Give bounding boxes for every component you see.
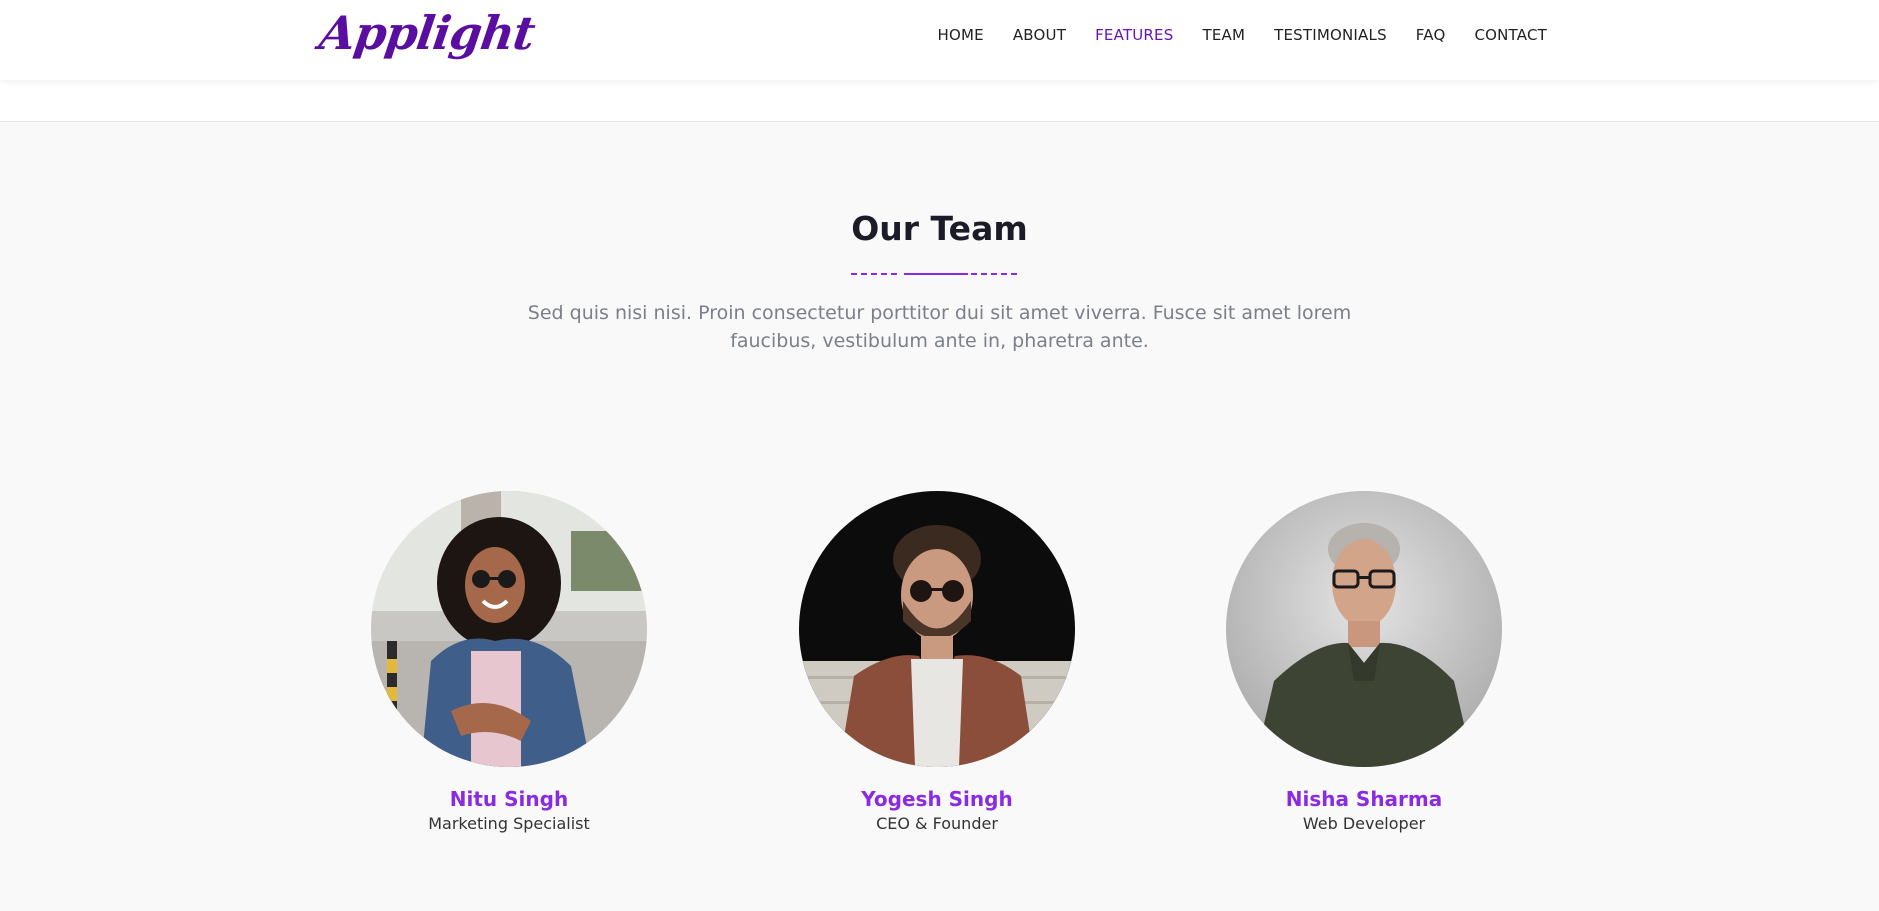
section-title: Our Team — [851, 209, 1028, 248]
divider-dashes-right — [971, 273, 1021, 275]
team-section: Our Team Sed quis nisi nisi. Proin conse… — [0, 123, 1879, 911]
member-name: Yogesh Singh — [861, 787, 1013, 811]
nav-about[interactable]: ABOUT — [1013, 26, 1066, 44]
title-divider — [851, 273, 1021, 276]
nav-home[interactable]: HOME — [938, 26, 984, 44]
team-member-card: Nitu Singh Marketing Specialist — [371, 491, 647, 833]
team-member-card: Nisha Sharma Web Developer — [1226, 491, 1502, 833]
team-member-card: Yogesh Singh CEO & Founder — [799, 491, 1075, 833]
main-nav: HOME ABOUT FEATURES TEAM TESTIMONIALS FA… — [938, 26, 1547, 44]
nav-contact[interactable]: CONTACT — [1474, 26, 1547, 44]
divider-dashes-left — [851, 273, 901, 275]
member-photo — [799, 491, 1075, 767]
site-header: Applight HOME ABOUT FEATURES TEAM TESTIM… — [0, 0, 1879, 80]
divider-solid — [904, 273, 968, 275]
member-photo — [1226, 491, 1502, 767]
member-name: Nisha Sharma — [1285, 787, 1443, 811]
member-photo — [371, 491, 647, 767]
nav-team[interactable]: TEAM — [1202, 26, 1245, 44]
member-role: Web Developer — [1302, 814, 1426, 833]
member-name: Nitu Singh — [449, 787, 569, 811]
member-role: Marketing Specialist — [428, 814, 590, 833]
member-role: CEO & Founder — [876, 814, 998, 833]
nav-testimonials[interactable]: TESTIMONIALS — [1274, 26, 1387, 44]
header-spacer-band — [0, 80, 1879, 122]
nav-faq[interactable]: FAQ — [1416, 26, 1446, 44]
section-subtitle: Sed quis nisi nisi. Proin consectetur po… — [527, 302, 1352, 352]
nav-features[interactable]: FEATURES — [1095, 26, 1173, 44]
applight-logo[interactable]: Applight — [316, 6, 537, 60]
